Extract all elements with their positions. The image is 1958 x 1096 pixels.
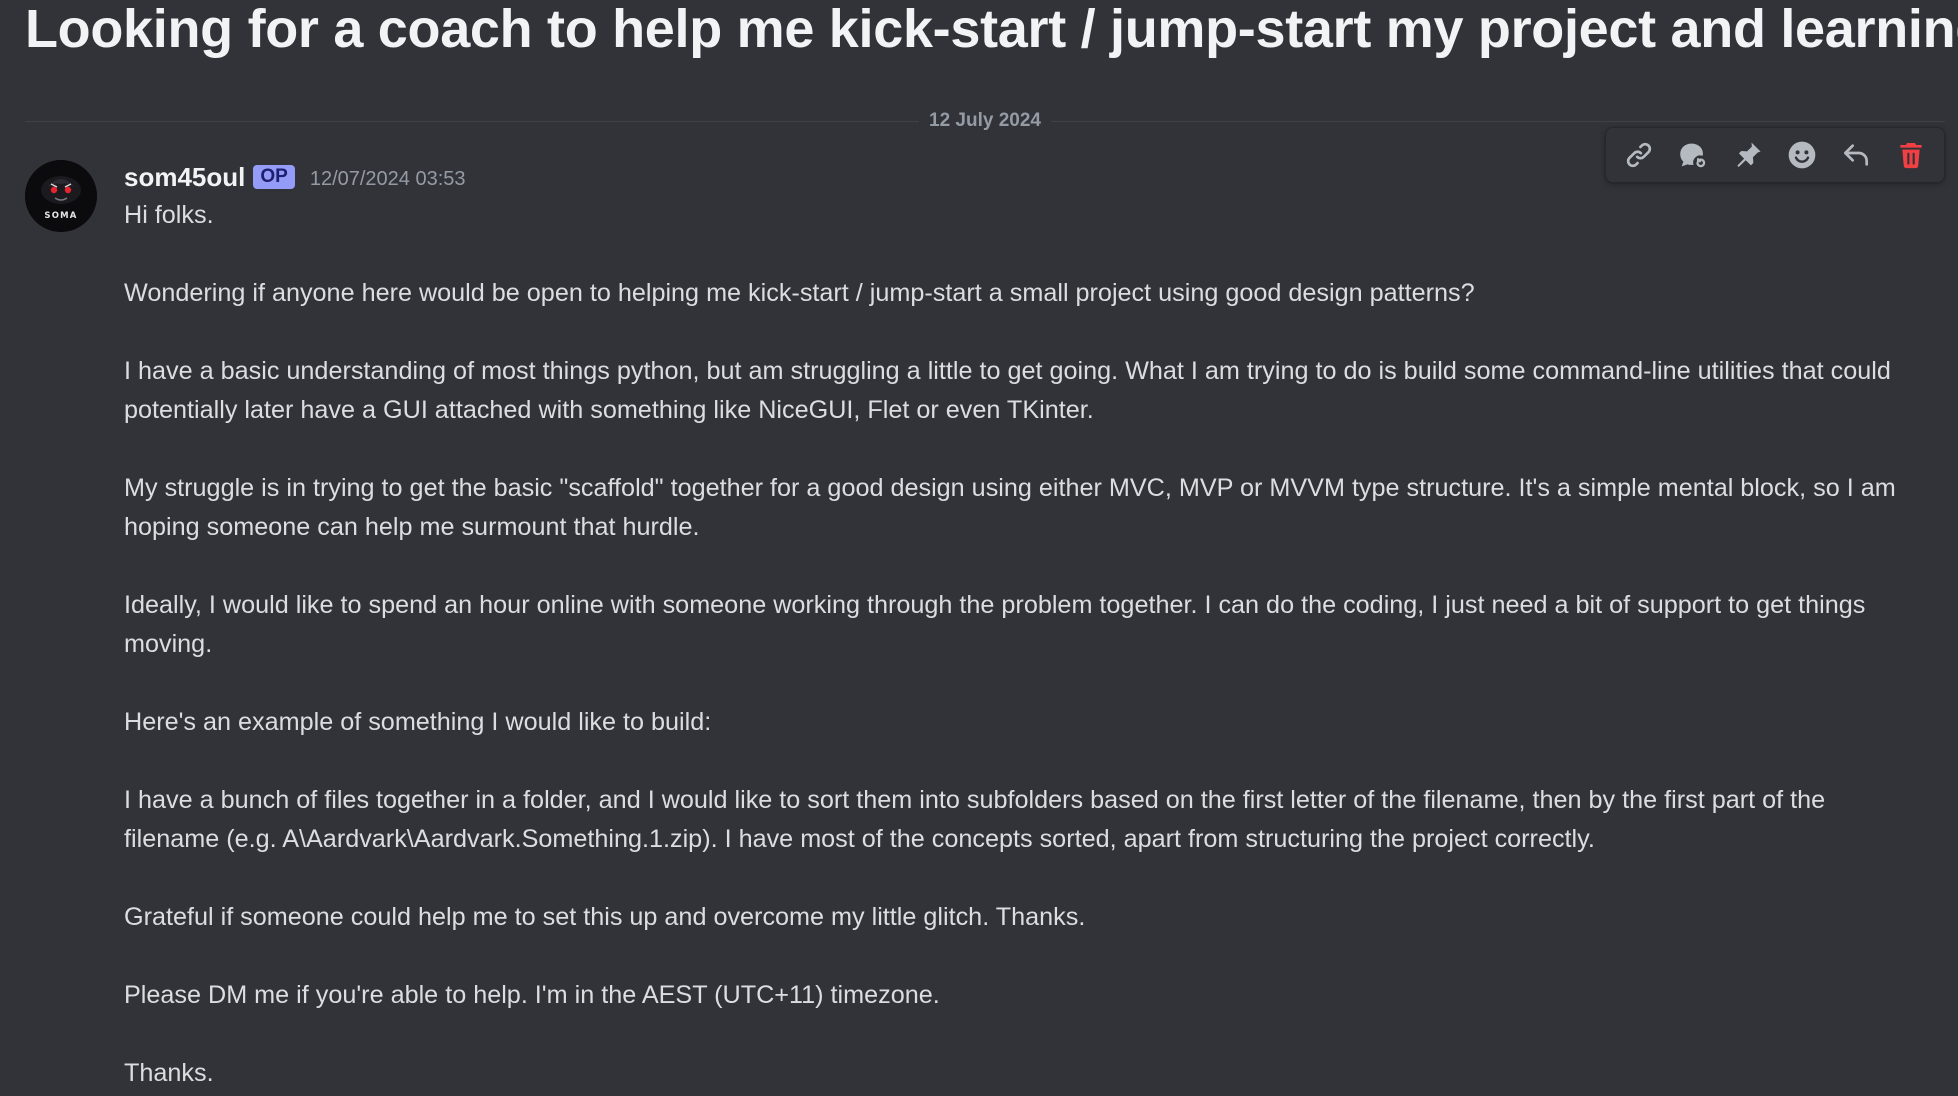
message-paragraph: Wondering if anyone here would be open t… (124, 279, 1475, 307)
delete-message-button[interactable] (1889, 133, 1933, 177)
message-header: som45oul OP 12/07/2024 03:53 (124, 162, 466, 192)
message-paragraph: Grateful if someone could help me to set… (124, 903, 1086, 931)
add-reaction-button[interactable] (1780, 133, 1824, 177)
message-paragraph: I have a bunch of files together in a fo… (124, 786, 1826, 853)
reply-button[interactable] (1834, 133, 1878, 177)
thread-title: Looking for a coach to help me kick-star… (25, 0, 1958, 59)
avatar[interactable]: SOMA (25, 160, 97, 232)
message-paragraph: Hi folks. (124, 201, 214, 229)
message-paragraph: Thanks. (124, 1059, 214, 1087)
message: SOMA som45oul OP 12/07/2024 03:53 Hi fol… (0, 150, 1958, 1096)
author-username[interactable]: som45oul (124, 162, 245, 192)
message-actions-toolbar (1605, 127, 1945, 183)
pin-icon (1737, 142, 1761, 167)
thread-reply-icon (1680, 143, 1708, 169)
message-paragraph: Please DM me if you're able to help. I'm… (124, 981, 940, 1009)
message-paragraph: I have a basic understanding of most thi… (124, 357, 1891, 424)
date-divider-label: 12 July 2024 (919, 108, 1051, 134)
message-paragraph: My struggle is in trying to get the basi… (124, 474, 1896, 541)
avatar-image: SOMA (25, 160, 97, 232)
reply-icon (1844, 144, 1869, 166)
message-paragraph: Here's an example of something I would l… (124, 708, 712, 736)
delete-icon (1900, 143, 1922, 169)
emoji-icon (1788, 141, 1816, 169)
avatar-logo-text: SOMA (44, 211, 77, 221)
message-paragraph: Ideally, I would like to spend an hour o… (124, 591, 1866, 658)
link-icon (1627, 142, 1652, 168)
message-body: Hi folks. Wondering if anyone here would… (124, 196, 1904, 1096)
message-timestamp[interactable]: 12/07/2024 03:53 (310, 164, 466, 194)
op-badge: OP (253, 165, 295, 189)
pin-message-button[interactable] (1726, 133, 1770, 177)
create-thread-button[interactable] (1671, 133, 1715, 177)
copy-link-button[interactable] (1617, 133, 1661, 177)
thread-page: Looking for a coach to help me kick-star… (0, 0, 1958, 1096)
